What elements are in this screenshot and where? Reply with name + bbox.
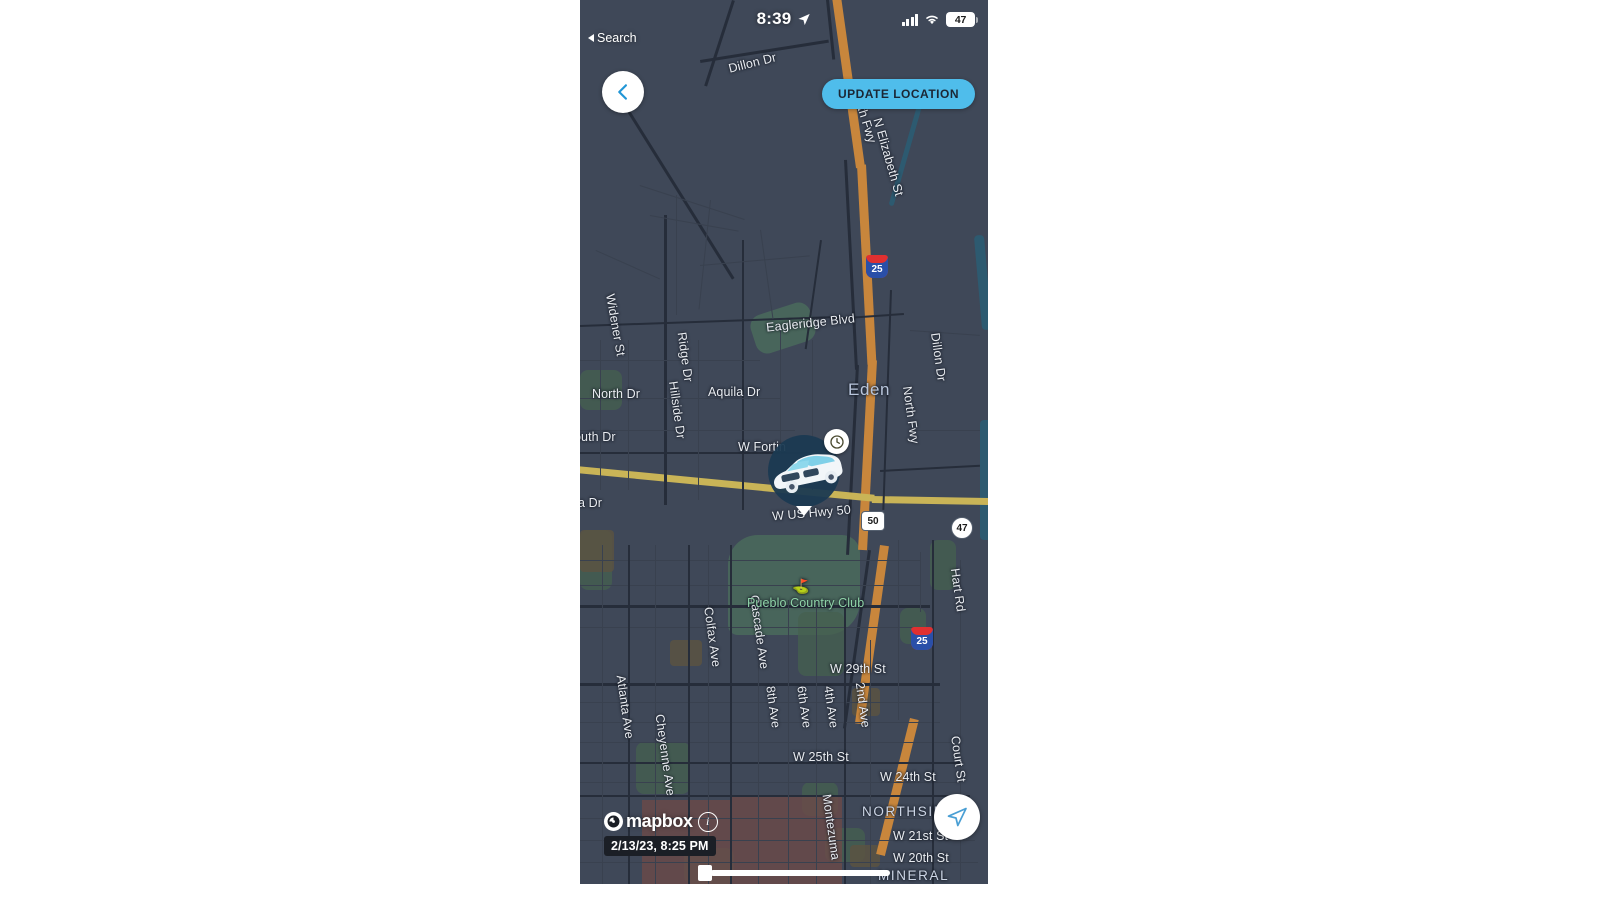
navigation-arrow-icon — [798, 13, 810, 25]
map-street-label: Hart Rd — [947, 567, 968, 613]
timeline-scrubber[interactable] — [698, 865, 890, 881]
status-bar-time-group: 8:39 — [757, 9, 812, 29]
road — [844, 600, 847, 884]
map-street-label: outh Dr — [580, 430, 616, 444]
mapbox-logo-icon — [604, 812, 623, 831]
highway-shield-25: 25 — [911, 627, 933, 650]
mapbox-wordmark-text: mapbox — [626, 811, 693, 831]
road — [580, 702, 940, 704]
road — [742, 240, 745, 510]
road — [909, 330, 980, 337]
chevron-left-icon — [618, 84, 627, 100]
road — [698, 340, 700, 500]
road — [580, 762, 960, 765]
highway-shield-50: 50 — [861, 511, 885, 531]
road — [600, 340, 602, 490]
vehicle-marker[interactable] — [768, 429, 849, 516]
highway-shield-25: 25 — [866, 255, 888, 278]
map-street-label: W 25th St — [793, 750, 849, 764]
road — [700, 255, 810, 267]
road — [730, 545, 733, 884]
road — [580, 795, 970, 798]
road — [698, 200, 712, 310]
back-button[interactable] — [602, 71, 644, 113]
status-bar: 8:39 47 — [580, 0, 988, 30]
map-street-label: North Fwy — [899, 385, 922, 445]
frontage-road — [844, 159, 858, 370]
road — [880, 464, 980, 473]
map-street-label: Dillon Dr — [928, 331, 949, 383]
map-street-label: a Dr — [580, 496, 603, 510]
map-street-label: N Elizabeth St — [870, 116, 907, 198]
screenshot-canvas: Dillon Dr North Fwy N Elizabeth St Widener … — [0, 0, 1600, 900]
road — [816, 600, 818, 884]
us-highway — [871, 496, 988, 506]
cellular-signal-icon — [901, 14, 918, 26]
map-street-label: Court St — [948, 734, 969, 784]
map-place-label: Eden — [848, 380, 891, 399]
road — [760, 229, 774, 320]
road — [580, 585, 920, 587]
map-street-label: W 29th St — [830, 662, 886, 676]
info-icon[interactable]: i — [697, 811, 718, 832]
road — [788, 600, 790, 884]
road — [628, 340, 630, 490]
road — [602, 545, 604, 884]
map-poi-label: Pueblo Country Club — [747, 596, 865, 610]
map-street-label: Ridge Dr — [674, 331, 696, 383]
back-to-search-label: Search — [597, 31, 637, 45]
phone-viewport: Dillon Dr North Fwy N Elizabeth St Widener … — [580, 0, 988, 884]
wifi-icon — [926, 15, 938, 25]
back-to-search-link[interactable]: Search — [588, 31, 637, 45]
map-street-label: Aquila Dr — [708, 385, 761, 399]
battery-indicator: 47 — [946, 12, 978, 27]
map-canvas[interactable]: Dillon Dr North Fwy N Elizabeth St Widener … — [580, 0, 988, 884]
timestamp-badge: 2/13/23, 8:25 PM — [604, 836, 716, 856]
back-triangle-icon — [588, 34, 594, 42]
triangle-pointer-icon — [796, 506, 812, 516]
clock-badge — [824, 429, 849, 454]
road — [688, 545, 691, 884]
golf-poi-icon: ⛳ — [792, 578, 810, 594]
timeline-scrubber-handle[interactable] — [698, 865, 712, 881]
navigation-arrow-icon — [947, 807, 967, 827]
land-use-area — [850, 845, 880, 867]
road — [580, 360, 760, 362]
road — [626, 108, 735, 280]
road — [898, 540, 900, 720]
water-body — [973, 234, 988, 331]
road — [910, 430, 980, 432]
locate-button[interactable] — [934, 794, 980, 840]
land-use-area — [670, 640, 702, 666]
car-icon — [774, 454, 843, 493]
road — [580, 742, 950, 744]
road — [580, 683, 940, 686]
mapbox-attribution[interactable]: mapbox — [604, 811, 693, 832]
status-bar-indicators: 47 — [901, 12, 978, 27]
highway-shield-47: 47 — [951, 517, 973, 539]
map-street-label: North Dr — [592, 387, 641, 401]
road — [870, 640, 872, 884]
road — [595, 250, 660, 280]
map-attribution: mapbox i — [604, 811, 718, 832]
road — [580, 560, 920, 562]
water-body — [980, 420, 988, 540]
map-street-label: Colfax Ave — [701, 606, 724, 668]
map-street-label: W 24th St — [880, 770, 936, 784]
road — [708, 545, 710, 884]
road — [920, 552, 922, 612]
update-location-button[interactable]: UPDATE LOCATION — [821, 79, 975, 109]
land-use-area — [580, 530, 614, 572]
clock-icon — [829, 434, 844, 449]
status-bar-time: 8:39 — [756, 9, 792, 28]
road — [676, 195, 678, 315]
map-street-label: W 20th St — [893, 851, 949, 865]
